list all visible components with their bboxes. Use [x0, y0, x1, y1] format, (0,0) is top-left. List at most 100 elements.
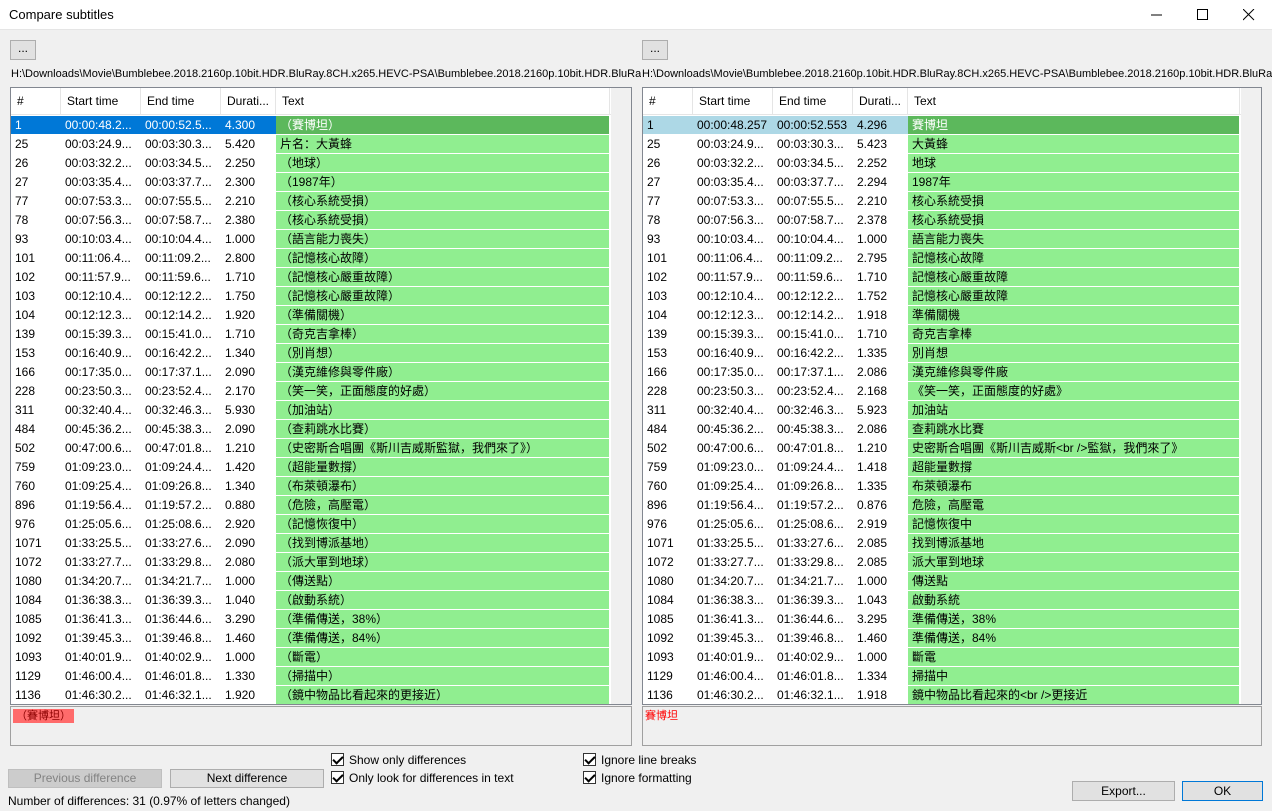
right-grid-header: # Start time End time Durati... Text [643, 88, 1261, 115]
cell-end-time: 00:07:58.7... [777, 213, 844, 227]
checkbox-checked-icon[interactable] [583, 753, 596, 766]
cell-end-time: 00:47:01.8... [777, 441, 844, 455]
next-difference-button[interactable]: Next difference [170, 769, 324, 788]
left-subtitle-grid[interactable]: # Start time End time Durati... Text 1 00… [10, 87, 632, 705]
cell-end-time: 00:16:42.2... [777, 346, 844, 360]
close-button[interactable] [1226, 0, 1272, 30]
cell-text: （記憶恢復中） [276, 515, 609, 533]
cell-number: 759 [647, 460, 668, 474]
cell-start-time: 01:34:20.7... [65, 574, 132, 588]
cell-start-time: 00:11:06.4... [65, 251, 131, 265]
cell-text: （掃描中） [276, 667, 609, 685]
cell-end-time: 01:40:02.9... [145, 650, 212, 664]
cell-end-time: 00:11:59.6... [145, 270, 211, 284]
right-subtitle-grid[interactable]: # Start time End time Durati... Text 1 00… [642, 87, 1262, 705]
checkbox-checked-icon[interactable] [331, 753, 344, 766]
checkbox-checked-icon[interactable] [331, 771, 344, 784]
cell-start-time: 00:15:39.3... [697, 327, 764, 341]
right-browse-button[interactable]: ... [642, 40, 668, 60]
column-header-end-time[interactable]: End time [773, 88, 853, 115]
cell-duration: 1.460 [225, 631, 256, 645]
cell-text: 斷電 [908, 648, 1239, 666]
cell-start-time: 00:03:35.4... [697, 175, 764, 189]
cell-end-time: 00:12:12.2... [145, 289, 212, 303]
cell-duration: 2.378 [857, 213, 888, 227]
export-button[interactable]: Export... [1072, 781, 1175, 801]
column-header-text[interactable]: Text [276, 88, 610, 115]
cell-duration: 2.380 [225, 213, 256, 227]
cell-text: （危險，高壓電） [276, 496, 609, 514]
ignore-line-breaks-checkbox[interactable]: Ignore line breaks [583, 753, 696, 769]
left-text-detail[interactable]: （賽博坦） [10, 706, 632, 746]
cell-duration: 1.460 [857, 631, 888, 645]
right-text-detail[interactable]: 賽博坦 [642, 706, 1262, 746]
right-vertical-scrollbar[interactable] [1241, 88, 1261, 704]
cell-end-time: 00:16:42.2... [145, 346, 212, 360]
cell-text: （1987年） [276, 173, 609, 191]
column-header-start-time[interactable]: Start time [61, 88, 141, 115]
cell-duration: 1.710 [857, 327, 888, 341]
cell-end-time: 01:33:29.8... [145, 555, 212, 569]
cell-end-time: 00:03:37.7... [145, 175, 212, 189]
column-header-duration[interactable]: Durati... [221, 88, 276, 115]
cell-end-time: 00:11:09.2... [777, 251, 843, 265]
show-only-differences-checkbox[interactable]: Show only differences [331, 753, 466, 769]
cell-duration: 2.800 [225, 251, 256, 265]
cell-text: （笑一笑，正面態度的好處） [276, 382, 609, 400]
previous-difference-button[interactable]: Previous difference [8, 769, 162, 788]
left-browse-button[interactable]: ... [10, 40, 36, 60]
cell-duration: 1.335 [857, 346, 888, 360]
column-header-number[interactable]: # [11, 88, 61, 115]
cell-number: 759 [15, 460, 36, 474]
cell-start-time: 00:03:32.2... [697, 156, 764, 170]
cell-start-time: 01:46:30.2... [65, 688, 132, 702]
cell-text: （啟動系統） [276, 591, 609, 609]
cell-end-time: 00:00:52.5... [141, 116, 221, 134]
cell-start-time: 01:33:25.5... [65, 536, 132, 550]
cell-end-time: 01:19:57.2... [145, 498, 212, 512]
cell-start-time: 00:10:03.4... [697, 232, 764, 246]
column-header-end-time[interactable]: End time [141, 88, 221, 115]
cell-number: 760 [647, 479, 668, 493]
cell-start-time: 00:17:35.0... [697, 365, 764, 379]
cell-duration: 1.750 [225, 289, 256, 303]
left-vertical-scrollbar[interactable] [611, 88, 631, 704]
cell-number: 27 [647, 175, 661, 189]
ignore-line-breaks-label: Ignore line breaks [601, 753, 697, 767]
maximize-button[interactable] [1180, 0, 1226, 30]
only-text-differences-checkbox[interactable]: Only look for differences in text [331, 771, 514, 787]
cell-end-time: 01:36:44.6... [777, 612, 844, 626]
cell-end-time: 00:23:52.4... [145, 384, 212, 398]
column-header-start-time[interactable]: Start time [693, 88, 773, 115]
cell-number: 1080 [647, 574, 674, 588]
cell-number: 166 [15, 365, 36, 379]
minimize-button[interactable] [1134, 0, 1180, 30]
cell-start-time: 00:23:50.3... [697, 384, 764, 398]
cell-text: 片名：大黃蜂 [276, 135, 609, 153]
cell-end-time: 00:47:01.8... [145, 441, 212, 455]
cell-end-time: 00:23:52.4... [777, 384, 844, 398]
ignore-formatting-checkbox[interactable]: Ignore formatting [583, 771, 692, 787]
cell-number: 1085 [647, 612, 674, 626]
cell-start-time: 00:12:12.3... [697, 308, 764, 322]
checkbox-checked-icon[interactable] [583, 771, 596, 784]
cell-start-time: 01:09:23.0... [697, 460, 764, 474]
cell-number: 976 [647, 517, 668, 531]
cell-end-time: 01:39:46.8... [145, 631, 212, 645]
cell-duration: 2.795 [857, 251, 888, 265]
cell-text: （記憶核心嚴重故障） [276, 287, 609, 305]
cell-end-time: 01:25:08.6... [777, 517, 844, 531]
cell-text: 記憶核心故障 [908, 249, 1239, 267]
ok-button[interactable]: OK [1182, 781, 1263, 801]
cell-duration: 2.170 [225, 384, 256, 398]
column-header-text[interactable]: Text [908, 88, 1240, 115]
column-header-number[interactable]: # [643, 88, 693, 115]
cell-duration: 2.086 [857, 422, 888, 436]
column-header-duration[interactable]: Durati... [853, 88, 908, 115]
cell-text: （斷電） [276, 648, 609, 666]
cell-text: 核心系統受損 [908, 192, 1239, 210]
cell-start-time: 00:11:06.4... [697, 251, 763, 265]
cell-text: 記憶核心嚴重故障 [908, 268, 1239, 286]
cell-end-time: 01:36:44.6... [145, 612, 212, 626]
cell-start-time: 01:40:01.9... [65, 650, 132, 664]
